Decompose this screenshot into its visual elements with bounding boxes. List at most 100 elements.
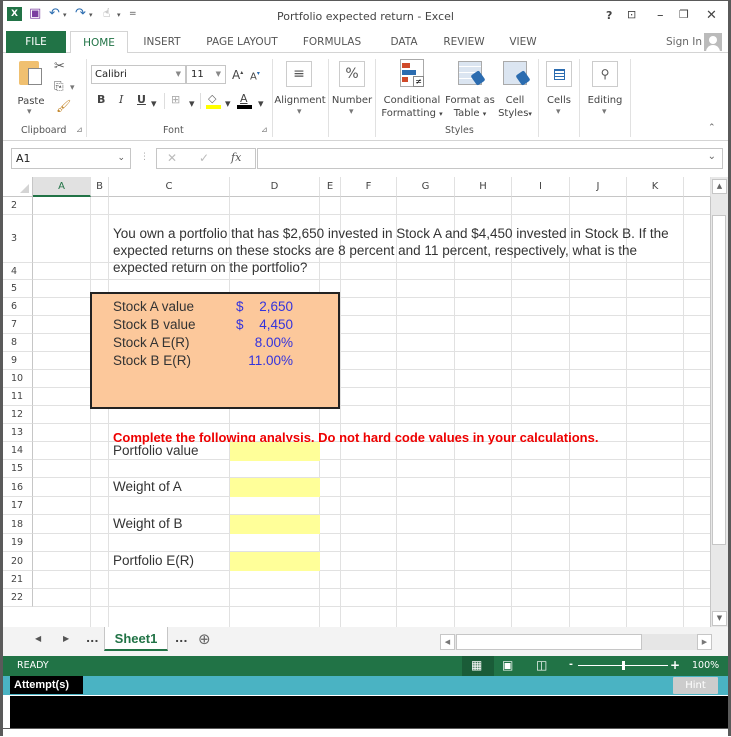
row-header-4[interactable]: 4 [3, 263, 33, 280]
minimize-button[interactable]: – [657, 8, 664, 23]
cell-styles-button[interactable]: Cell Styles▾ [495, 57, 535, 121]
borders-dropdown-icon[interactable]: ▾ [189, 97, 195, 110]
underline-button[interactable]: U [137, 93, 146, 106]
insert-function-icon[interactable]: fx [231, 151, 241, 164]
format-painter-icon[interactable]: 🖌 [56, 99, 71, 113]
row-header-19[interactable]: 19 [3, 534, 33, 552]
column-header-g[interactable]: G [397, 177, 455, 197]
answer-input-cell[interactable] [230, 442, 320, 461]
column-header-e[interactable]: E [320, 177, 341, 197]
zoom-in-button[interactable]: + [670, 658, 680, 672]
row-header-14[interactable]: 14 [3, 442, 33, 460]
row-header-11[interactable]: 11 [3, 388, 33, 406]
tab-formulas[interactable]: FORMULAS [295, 31, 369, 53]
tab-home[interactable]: HOME [70, 31, 128, 54]
format-as-table-button[interactable]: Format as Table ▾ [445, 57, 495, 121]
more-sheets-right-button[interactable]: ... [175, 632, 188, 645]
column-header-c[interactable]: C [109, 177, 230, 197]
horizontal-scroll-thumb[interactable] [456, 634, 642, 650]
answer-input-cell[interactable] [230, 478, 320, 497]
answer-input-cell[interactable] [230, 552, 320, 571]
sign-in-button[interactable]: Sign In [666, 33, 722, 51]
hint-button[interactable]: Hint [673, 677, 718, 694]
tab-view[interactable]: VIEW [503, 31, 543, 53]
grow-font-button[interactable]: A▴ [232, 68, 243, 82]
font-size-dropdown[interactable]: 11 ▼ [186, 65, 226, 84]
row-header-22[interactable]: 22 [3, 589, 33, 607]
row-header-15[interactable]: 15 [3, 460, 33, 478]
borders-button[interactable]: ⊞ [171, 93, 180, 106]
tab-page-layout[interactable]: PAGE LAYOUT [199, 31, 285, 53]
scroll-up-icon[interactable]: ▲ [712, 179, 727, 194]
scroll-down-icon[interactable]: ▼ [712, 611, 727, 626]
row-header-18[interactable]: 18 [3, 515, 33, 534]
copy-dropdown-icon[interactable]: ▾ [70, 83, 75, 93]
column-header-a[interactable]: A [33, 177, 91, 197]
row-header-9[interactable]: 9 [3, 352, 33, 370]
close-button[interactable]: ✕ [706, 8, 717, 23]
font-launcher-icon[interactable]: ⊿ [261, 125, 268, 134]
copy-icon[interactable]: ⎘ [54, 79, 64, 94]
expand-formula-bar-icon[interactable]: ⌄ [708, 151, 716, 162]
input-value[interactable]: 11.00% [248, 353, 293, 368]
zoom-slider-handle[interactable] [622, 661, 625, 670]
row-header-8[interactable]: 8 [3, 334, 33, 352]
paste-button[interactable]: Paste ▾ [13, 57, 49, 119]
ribbon-display-options-button[interactable]: ⊡ [627, 8, 636, 21]
tab-insert[interactable]: INSERT [133, 31, 191, 53]
underline-dropdown-icon[interactable]: ▾ [151, 97, 157, 110]
fill-color-dropdown-icon[interactable]: ▾ [225, 97, 231, 110]
collapse-ribbon-icon[interactable]: ⌃ [708, 123, 716, 133]
shrink-font-button[interactable]: A▾ [250, 70, 260, 82]
cells-button[interactable]: Cells ▾ [540, 59, 578, 121]
help-button[interactable]: ? [606, 9, 612, 22]
name-box[interactable]: A1 ⌄ [11, 148, 131, 169]
row-header-3[interactable]: 3 [3, 215, 33, 263]
enter-icon[interactable]: ✓ [199, 151, 209, 165]
row-header-13[interactable]: 13 [3, 424, 33, 442]
vertical-scroll-thumb[interactable] [712, 215, 726, 545]
next-sheet-icon[interactable]: ▶ [63, 634, 69, 643]
row-header-21[interactable]: 21 [3, 571, 33, 589]
row-header-10[interactable]: 10 [3, 370, 33, 388]
row-header-2[interactable]: 2 [3, 197, 33, 215]
row-header-7[interactable]: 7 [3, 316, 33, 334]
column-header-h[interactable]: H [455, 177, 512, 197]
fill-color-button[interactable]: ◇ [206, 92, 222, 110]
cancel-icon[interactable]: ✕ [167, 151, 177, 165]
italic-button[interactable]: I [119, 93, 123, 106]
editing-button[interactable]: ⚲ Editing ▾ [583, 59, 627, 121]
column-header-j[interactable]: J [570, 177, 627, 197]
zoom-out-button[interactable]: - [569, 659, 573, 670]
cut-icon[interactable]: ✂ [54, 59, 65, 74]
font-color-dropdown-icon[interactable]: ▾ [258, 97, 264, 110]
add-sheet-icon[interactable]: ⊕ [198, 630, 211, 648]
row-header-20[interactable]: 20 [3, 552, 33, 571]
font-color-button[interactable]: A [237, 92, 253, 110]
select-all-corner[interactable] [3, 177, 33, 197]
column-header-f[interactable]: F [341, 177, 397, 197]
restore-button[interactable]: ❐ [679, 8, 689, 21]
scroll-right-icon[interactable]: ▶ [697, 634, 712, 650]
row-header-6[interactable]: 6 [3, 298, 33, 316]
tab-data[interactable]: DATA [381, 31, 427, 53]
page-layout-view-icon[interactable]: ▣ [502, 658, 513, 672]
page-break-view-icon[interactable]: ◫ [536, 658, 547, 672]
more-sheets-left-button[interactable]: ... [86, 632, 99, 645]
formula-input[interactable]: ⌄ [257, 148, 723, 169]
row-header-12[interactable]: 12 [3, 406, 33, 424]
row-header-16[interactable]: 16 [3, 478, 33, 497]
alignment-button[interactable]: ≡ Alignment ▾ [273, 59, 327, 121]
conditional-formatting-button[interactable]: ≠ Conditional Formatting ▾ [379, 57, 445, 121]
column-header-k[interactable]: K [627, 177, 684, 197]
row-header-17[interactable]: 17 [3, 497, 33, 515]
scroll-left-icon[interactable]: ◀ [440, 634, 455, 650]
bold-button[interactable]: B [97, 93, 105, 106]
normal-view-button[interactable]: ▦ [462, 656, 494, 676]
column-header-d[interactable]: D [230, 177, 320, 197]
worksheet-grid[interactable]: ABCDEFGHIJK 2 3 4 5 6 7 8 9 10 11 12 13 14 15 16 17 18 19… [3, 177, 711, 627]
answer-input-cell[interactable] [230, 515, 320, 534]
clipboard-launcher-icon[interactable]: ⊿ [76, 125, 83, 134]
row-header-5[interactable]: 5 [3, 280, 33, 298]
prev-sheet-icon[interactable]: ◀ [35, 634, 41, 643]
